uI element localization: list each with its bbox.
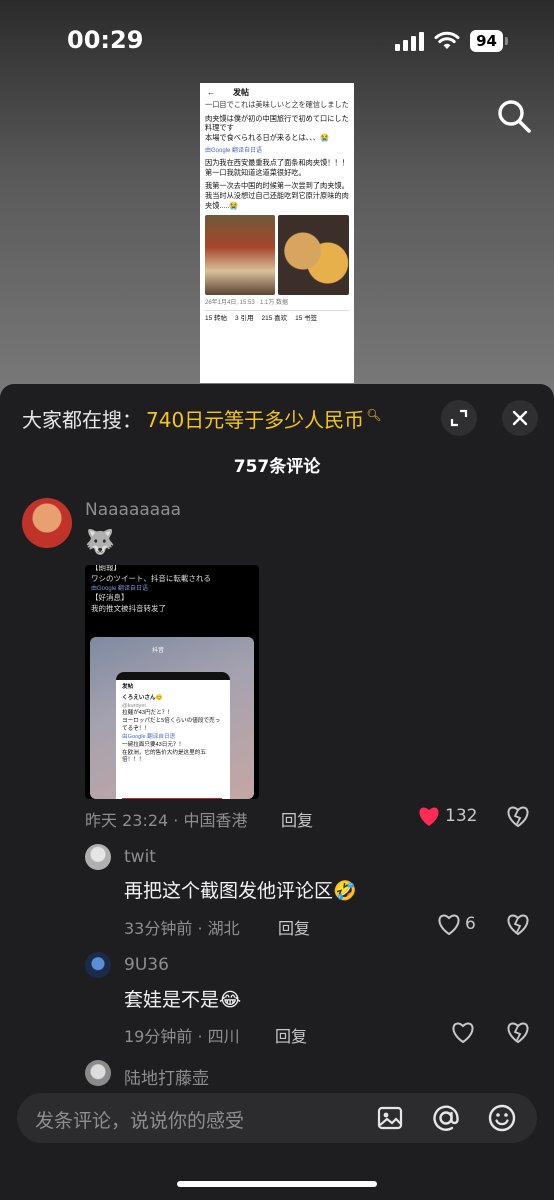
comment-username[interactable]: twit bbox=[124, 847, 156, 867]
home-indicator[interactable] bbox=[177, 1181, 377, 1187]
comment-input[interactable]: 发条评论，说说你的感受 bbox=[17, 1093, 537, 1143]
emoji-icon bbox=[488, 1104, 516, 1132]
nested-post-card: 发帖 くろえいさん😊 @kuroyei 拉麺が43円だと？！ ヨーロッパだと5倍… bbox=[116, 672, 230, 799]
reply-button[interactable]: 回复 bbox=[281, 807, 313, 831]
mention-button[interactable] bbox=[429, 1101, 463, 1135]
post-stats: 15 转帖 3 引用 215 喜欢 15 书签 bbox=[205, 309, 349, 324]
status-time: 00:29 bbox=[67, 26, 144, 54]
close-button[interactable] bbox=[502, 400, 538, 436]
back-arrow-icon: ← bbox=[207, 87, 215, 97]
app-label: 抖音 bbox=[152, 648, 165, 654]
comment-time: 19分钟前 · 四川 bbox=[124, 1027, 240, 1046]
avatar[interactable] bbox=[85, 952, 111, 978]
image-icon bbox=[377, 1106, 403, 1130]
like-count: 6 bbox=[465, 914, 476, 934]
heart-outline-icon bbox=[452, 1022, 474, 1043]
comment-text: 再把这个截图发他评论区🤣 bbox=[124, 880, 357, 902]
comment-image[interactable]: 【朗報】 ワシのツイート、抖音に転載される 由Google 翻译自日语 【好消息… bbox=[85, 565, 259, 799]
comment-input-placeholder: 发条评论，说说你的感受 bbox=[35, 1110, 245, 1132]
emoji-button[interactable] bbox=[485, 1101, 519, 1135]
comment-time: 33分钟前 · 湖北 bbox=[124, 919, 240, 938]
trending-label: 大家都在搜： bbox=[22, 408, 142, 432]
comment-count: 757条评论 bbox=[233, 457, 321, 477]
video-post-screenshot: ← 发帖 一口目でこれは美味しいと之を確信しました 肉夹馍は僕が初の中国旅行で初… bbox=[200, 83, 354, 383]
battery-icon: 94 bbox=[470, 30, 508, 52]
comment-panel: 大家都在搜： 740日元等于多少人民币 🔍︎ 757条评论 Naaaaaaaa … bbox=[0, 384, 554, 1200]
food-photo bbox=[277, 214, 349, 295]
avatar[interactable] bbox=[85, 844, 111, 870]
post-photos bbox=[205, 214, 349, 295]
status-bar: 00:29 94 bbox=[0, 0, 554, 80]
heart-filled-icon bbox=[419, 807, 439, 826]
dislike-heart-icon[interactable] bbox=[506, 805, 530, 827]
trending-search[interactable]: 大家都在搜： 740日元等于多少人民币 🔍︎ bbox=[22, 404, 381, 433]
dislike-heart-icon[interactable] bbox=[506, 1021, 530, 1043]
dislike-heart-icon[interactable] bbox=[506, 913, 530, 935]
comment-time: 昨天 23:24 · 中国香港 bbox=[85, 811, 248, 830]
like-button[interactable] bbox=[451, 1021, 479, 1043]
wifi-icon bbox=[434, 31, 460, 49]
avatar[interactable] bbox=[85, 1060, 111, 1086]
reply-button[interactable]: 回复 bbox=[275, 1023, 307, 1047]
image-button[interactable] bbox=[373, 1101, 407, 1135]
comment-username[interactable]: 9U36 bbox=[124, 955, 169, 975]
comment-username[interactable]: Naaaaaaaa bbox=[85, 500, 181, 520]
search-small-icon: 🔍︎ bbox=[366, 407, 382, 422]
comment-text: 套娃是不是😂 bbox=[124, 989, 242, 1011]
signal-icon bbox=[395, 31, 425, 51]
battery-level: 94 bbox=[470, 30, 503, 52]
trending-query[interactable]: 740日元等于多少人民币 bbox=[146, 404, 364, 433]
expand-button[interactable] bbox=[441, 400, 477, 436]
avatar[interactable] bbox=[22, 498, 72, 548]
comment-emoji: 🐺 bbox=[85, 528, 115, 556]
like-count: 132 bbox=[445, 806, 478, 826]
reply-button[interactable]: 回复 bbox=[278, 915, 310, 939]
shop-photo bbox=[205, 214, 275, 295]
like-button[interactable]: 6 bbox=[437, 913, 476, 935]
like-button[interactable]: 132 bbox=[417, 805, 477, 827]
search-icon[interactable] bbox=[495, 97, 533, 135]
expand-icon bbox=[450, 409, 468, 427]
comment-username[interactable]: 陆地打藤壶 bbox=[124, 1064, 209, 1089]
close-icon bbox=[512, 410, 528, 426]
heart-outline-icon bbox=[438, 914, 460, 935]
at-icon bbox=[433, 1105, 459, 1131]
status-icons: 94 bbox=[395, 30, 508, 52]
nested-screenshot: 抖音 发帖 くろえいさん😊 @kuroyei 拉麺が43円だと？！ ヨーロッパだ… bbox=[90, 637, 254, 799]
